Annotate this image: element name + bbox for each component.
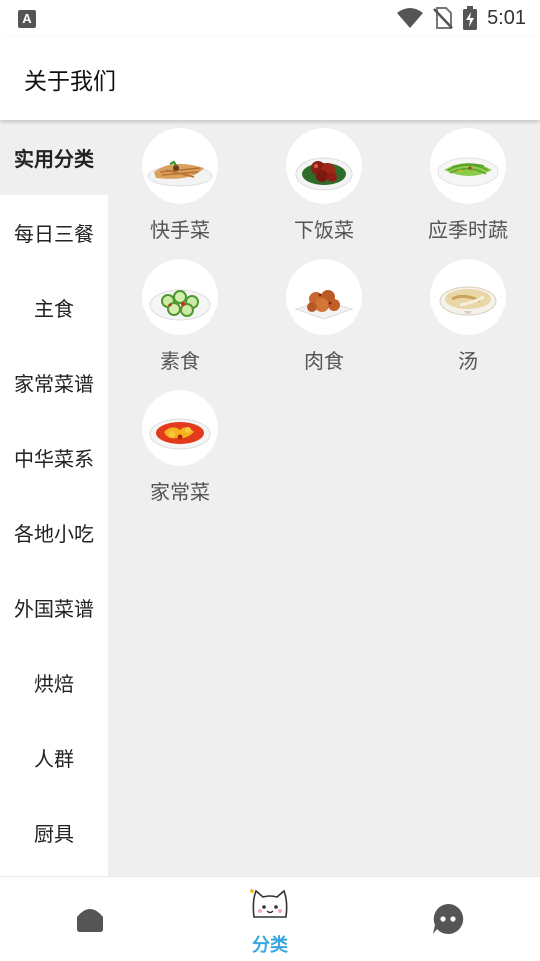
category-soup[interactable]: 汤 bbox=[396, 251, 540, 381]
category-label: 应季时蔬 bbox=[428, 218, 508, 242]
tomato-egg-dish-icon bbox=[142, 390, 218, 466]
sidebar-item-label: 人群 bbox=[34, 747, 74, 771]
cat-icon bbox=[250, 888, 288, 918]
sidebar-item-label: 烘焙 bbox=[34, 672, 74, 696]
sidebar-item-label: 实用分类 bbox=[14, 147, 94, 171]
fried-noodles-dish-icon bbox=[142, 128, 218, 204]
sidebar-item-groups[interactable]: 人群 bbox=[0, 720, 108, 795]
chat-icon bbox=[433, 903, 464, 934]
nav-home[interactable] bbox=[0, 877, 180, 961]
nav-category[interactable]: 分类 bbox=[180, 877, 360, 961]
no-sim-icon bbox=[433, 7, 453, 29]
green-vegetable-dish-icon bbox=[430, 128, 506, 204]
category-quick-dishes[interactable]: 快手菜 bbox=[108, 120, 252, 250]
category-grid: 快手菜 下饭菜 应季时蔬 素食 肉食 汤 家常菜 bbox=[108, 120, 540, 876]
braised-pork-dish-icon bbox=[286, 128, 362, 204]
category-label: 肉食 bbox=[304, 349, 344, 373]
nav-label-category: 分类 bbox=[252, 935, 288, 956]
category-meat[interactable]: 肉食 bbox=[252, 251, 396, 381]
sidebar-item-local-snacks[interactable]: 各地小吃 bbox=[0, 495, 108, 570]
sidebar-item-label: 家常菜谱 bbox=[14, 372, 94, 396]
sidebar-item-daily-meals[interactable]: 每日三餐 bbox=[0, 195, 108, 270]
category-seasonal-veg[interactable]: 应季时蔬 bbox=[396, 120, 540, 250]
nav-messages[interactable] bbox=[360, 877, 540, 961]
sidebar-item-foreign-recipes[interactable]: 外国菜谱 bbox=[0, 570, 108, 645]
status-time: 5:01 bbox=[487, 6, 526, 29]
sidebar-item-baking[interactable]: 烘焙 bbox=[0, 645, 108, 720]
bottom-nav: 分类 bbox=[0, 876, 540, 960]
category-home-style[interactable]: 家常菜 bbox=[108, 382, 252, 512]
category-label: 快手菜 bbox=[150, 218, 210, 242]
category-rice-dishes[interactable]: 下饭菜 bbox=[252, 120, 396, 250]
fried-meat-dish-icon bbox=[286, 259, 362, 335]
sidebar-item-label: 各地小吃 bbox=[14, 522, 94, 546]
category-label: 汤 bbox=[458, 349, 478, 373]
category-sidebar: 实用分类 每日三餐 主食 家常菜谱 中华菜系 各地小吃 外国菜谱 烘焙 人群 厨… bbox=[0, 120, 108, 876]
soup-dish-icon bbox=[430, 259, 506, 335]
sidebar-item-label: 厨具 bbox=[34, 822, 74, 846]
sidebar-item-practical[interactable]: 实用分类 bbox=[0, 120, 108, 195]
category-label: 素食 bbox=[160, 349, 200, 373]
status-icons: 5:01 bbox=[397, 5, 526, 31]
notification-icon: A bbox=[18, 10, 36, 28]
battery-charging-icon bbox=[463, 6, 478, 30]
cucumber-dish-icon bbox=[142, 259, 218, 335]
home-icon bbox=[77, 909, 103, 932]
category-label: 下饭菜 bbox=[294, 218, 354, 242]
wifi-icon bbox=[397, 8, 424, 28]
sidebar-item-staple[interactable]: 主食 bbox=[0, 270, 108, 345]
page-title: 关于我们 bbox=[24, 69, 116, 95]
sidebar-item-label: 每日三餐 bbox=[14, 222, 94, 246]
sidebar-item-label: 外国菜谱 bbox=[14, 597, 94, 621]
sidebar-item-label: 中华菜系 bbox=[14, 447, 94, 471]
sidebar-item-label: 主食 bbox=[34, 297, 74, 321]
sidebar-item-chinese-cuisine[interactable]: 中华菜系 bbox=[0, 420, 108, 495]
sidebar-item-cookware[interactable]: 厨具 bbox=[0, 795, 108, 870]
category-label: 家常菜 bbox=[150, 480, 210, 504]
category-vegetarian[interactable]: 素食 bbox=[108, 251, 252, 381]
status-bar: A 5:01 bbox=[0, 0, 540, 36]
sidebar-item-home-recipes[interactable]: 家常菜谱 bbox=[0, 345, 108, 420]
app-bar: 关于我们 bbox=[0, 36, 540, 120]
